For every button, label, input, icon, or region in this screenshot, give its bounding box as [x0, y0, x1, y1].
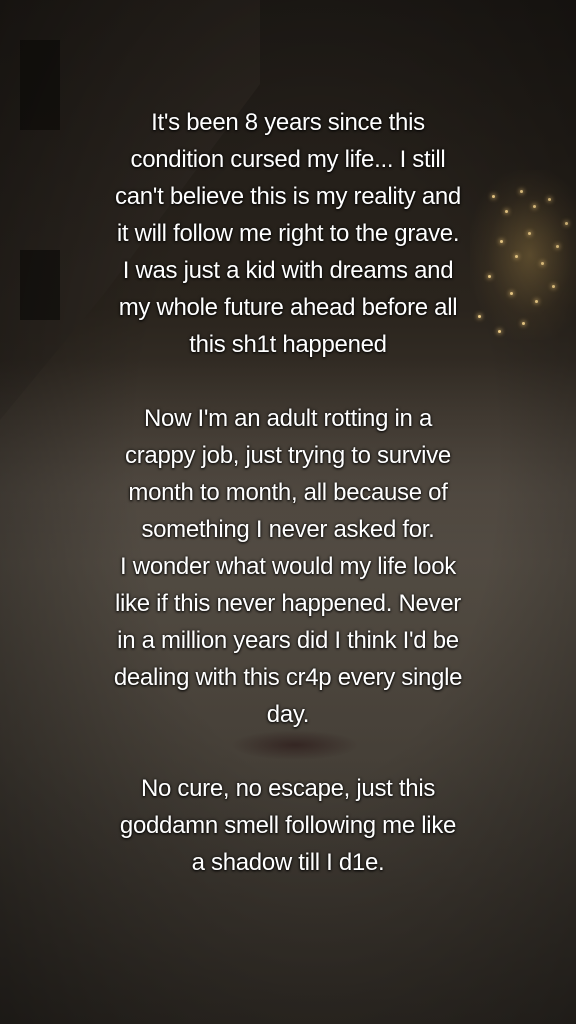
caption-line: goddamn smell following me like [119, 812, 457, 839]
caption-line: day. [266, 701, 310, 728]
caption-paragraph-2: Now I'm an adult rotting in a crappy job… [70, 400, 506, 733]
caption-line: dealing with this cr4p every single [113, 664, 463, 691]
video-frame: It's been 8 years since this condition c… [0, 0, 576, 1024]
caption-line: crappy job, just trying to survive [125, 442, 451, 469]
caption-line: I wonder what would my life look [120, 553, 456, 580]
caption-line: like if this never happened. Never [114, 590, 461, 617]
caption-line: this sh1t happened [189, 331, 387, 358]
caption-line: No cure, no escape, just this [140, 775, 436, 802]
caption-line: condition cursed my life... I still [130, 146, 446, 173]
caption-paragraph-1: It's been 8 years since this condition c… [70, 104, 506, 363]
caption-line: It's been 8 years since this [151, 109, 425, 136]
caption-paragraph-3: No cure, no escape, just this goddamn sm… [70, 770, 506, 881]
caption-line: something I never asked for. [141, 516, 435, 543]
caption-line: month to month, all because of [128, 479, 448, 506]
caption-line: in a million years did I think I'd be [117, 627, 459, 654]
caption-text: It's been 8 years since this condition c… [70, 104, 506, 881]
caption-line: a shadow till I d1e. [191, 849, 385, 876]
caption-line: my whole future ahead before all [118, 294, 458, 321]
caption-line: can't believe this is my reality and [115, 183, 461, 210]
caption-line: Now I'm an adult rotting in a [143, 405, 433, 432]
caption-line: I was just a kid with dreams and [122, 257, 454, 284]
caption-line: it will follow me right to the grave. [116, 220, 460, 247]
